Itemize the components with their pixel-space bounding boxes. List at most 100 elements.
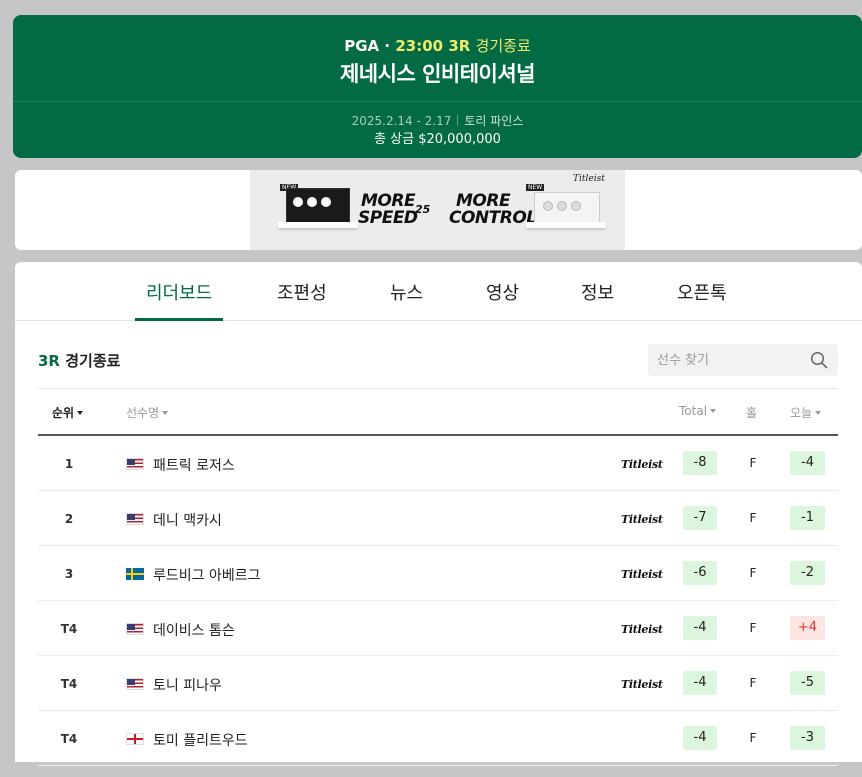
player-rank: T4 [60,622,78,636]
usa-flag-icon [126,458,144,470]
tournament-venue: 토리 파인스 [464,114,524,128]
golf-ball-icon [571,201,581,211]
tab-open-talk[interactable]: 오픈톡 [677,279,727,321]
caret-down-icon [815,411,822,415]
golf-ball-icon [293,197,303,207]
titleist-logo: Titleist [621,678,663,691]
hole-status: F [749,566,757,580]
tournament-status-line: PGA · 23:00 3R 경기종료 [13,35,862,56]
player-name[interactable]: 토니 피나우 [153,675,222,695]
usa-flag-icon [126,678,144,690]
table-row[interactable]: T4 토미 플리트우드 -4 F -3 [38,711,838,766]
sort-player-header[interactable]: 선수명 [126,404,169,421]
tournament-header: PGA · 23:00 3R 경기종료 제네시스 인비테이셔널 2025.2.1… [13,15,862,158]
today-score: +4 [790,616,825,640]
table-row[interactable]: 1 패트릭 로저스 Titleist -8 F -4 [38,436,838,491]
new-tag: NEW [526,184,545,191]
rank-header-label: 순위 [52,406,75,420]
hole-status: F [749,676,757,690]
tab-info[interactable]: 정보 [581,279,614,321]
ad-text-speed: SPEED [358,208,418,228]
tab-news[interactable]: 뉴스 [390,279,423,321]
table-row[interactable]: T4 토니 피나우 Titleist -4 F -5 [38,656,838,711]
player-rank: T4 [60,677,78,691]
today-score: -4 [790,451,825,475]
golf-ball-icon [557,201,567,211]
today-score: -2 [790,561,825,585]
match-status: 경기종료 [475,37,531,55]
titleist-ad-banner[interactable]: NEW MORE SPEED 25 MORE CONTROL NEW Title… [250,170,625,250]
total-score: -4 [683,616,717,640]
player-name[interactable]: 루드비그 아베르그 [153,565,261,585]
titleist-logo: Titleist [621,458,663,471]
caret-down-icon [710,409,717,413]
player-name[interactable]: 패트릭 로저스 [153,455,235,475]
tab-leaderboard[interactable]: 리더보드 [134,279,224,321]
total-header-label: Total [679,404,708,418]
header-divider [13,101,862,102]
tournament-title: 제네시스 인비테이셔널 [339,62,536,86]
hole-header: 홀 [746,406,758,420]
golf-ball-icon [543,201,553,211]
round-number: 3R [38,352,60,370]
product-box-black [286,188,350,224]
usa-flag-icon [126,623,144,635]
hole-status: F [749,511,757,525]
england-flag-icon [126,733,144,745]
caret-down-icon [162,411,169,415]
table-row[interactable]: 2 데니 맥카시 Titleist -7 F -1 [38,491,838,546]
ad-banner-card: NEW MORE SPEED 25 MORE CONTROL NEW Title… [15,170,862,250]
sort-today-header[interactable]: 오늘 [790,404,822,421]
sort-rank-header[interactable]: 순위 [52,404,84,421]
round-status: 경기종료 [65,352,121,370]
tab-video[interactable]: 영상 [486,279,519,321]
golf-ball-icon [321,197,331,207]
total-score: -7 [683,506,717,530]
separator-dot: · [379,37,396,55]
hole-status: F [749,621,757,635]
titleist-logo: Titleist [621,513,663,526]
table-row[interactable]: T4 데이비스 톰슨 Titleist -4 F +4 [38,601,838,656]
caret-down-icon [77,411,84,415]
today-header-label: 오늘 [790,406,813,420]
player-name[interactable]: 토미 플리트우드 [153,730,248,750]
product-box-white [534,192,600,224]
player-rank: 1 [64,457,74,471]
titleist-logo: Titleist [621,568,663,581]
product-shelf [526,222,606,228]
player-name[interactable]: 데이비스 톰슨 [153,620,235,640]
product-shelf [278,222,358,228]
sweden-flag-icon [126,568,144,580]
player-header-label: 선수명 [126,406,160,420]
hole-status: F [749,456,757,470]
tournament-dates: 2025.2.14 - 2.17 [351,114,452,128]
titleist-logo: Titleist [573,174,605,184]
player-name[interactable]: 데니 맥카시 [153,510,222,530]
meta-separator [457,115,459,126]
table-row[interactable]: 3 루드비그 아베르그 Titleist -6 F -2 [38,546,838,601]
total-score: -4 [683,726,717,750]
golf-ball-icon [307,197,317,207]
tournament-meta: 2025.2.14 - 2.17 토리 파인스 [13,112,862,129]
today-score: -3 [790,726,825,750]
ad-text-year: 25 [415,203,431,216]
tournament-purse: 총 상금 $20,000,000 [374,132,501,147]
sort-total-header[interactable]: Total [679,404,717,418]
hole-status: F [749,731,757,745]
leaderboard-card: 리더보드 조편성 뉴스 영상 정보 오픈톡 3R 경기종료 순위 선수명 Tot… [15,262,862,766]
league-label: PGA [344,37,380,55]
total-score: -6 [683,561,717,585]
tab-pairings[interactable]: 조편성 [277,279,327,321]
ad-text-control: CONTROL [449,208,537,228]
tee-time: 23:00 [395,37,444,55]
leaderboard-rows: 1 패트릭 로저스 Titleist -8 F -4 2 데니 맥카시 Titl… [38,436,838,766]
player-rank: T4 [60,732,78,746]
search-icon[interactable] [810,351,828,369]
round-label: 3R [448,37,471,55]
today-score: -1 [790,506,825,530]
usa-flag-icon [126,513,144,525]
player-search [648,344,838,376]
round-status-label: 3R 경기종료 [38,350,120,371]
player-rank: 3 [64,567,74,581]
player-rank: 2 [64,512,74,526]
